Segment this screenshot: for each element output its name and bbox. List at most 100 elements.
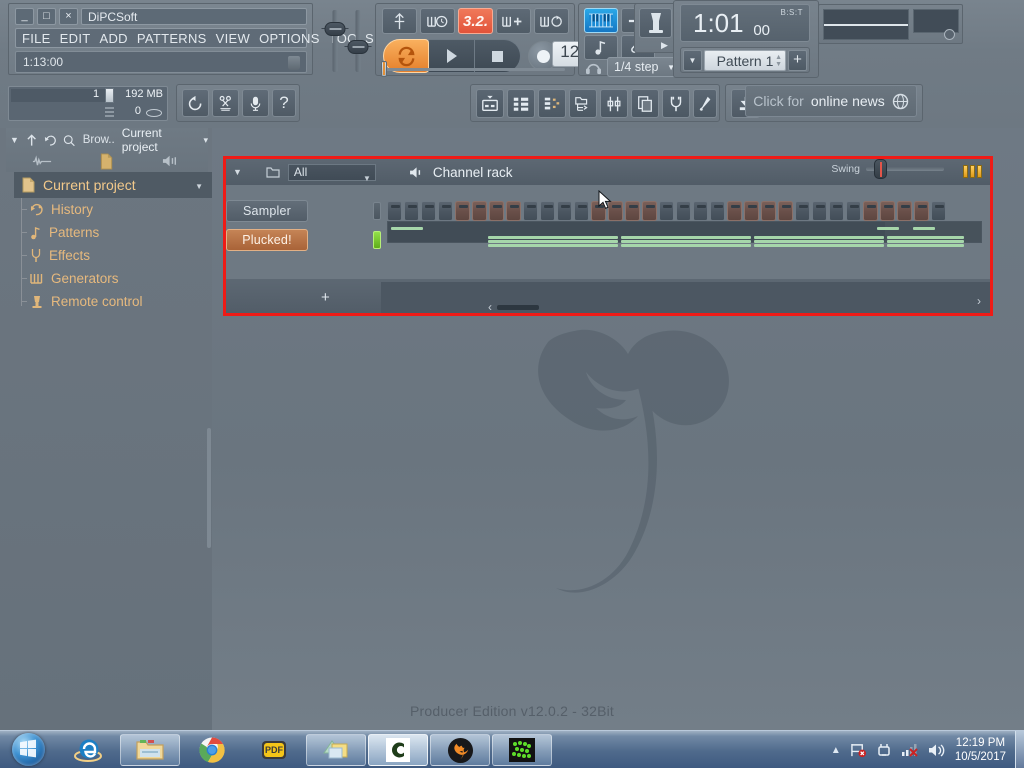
step-button[interactable] [880, 201, 895, 221]
show-desktop-button[interactable] [1015, 731, 1024, 768]
tree-item-generators[interactable]: Generators [14, 267, 212, 290]
browser-current-project-label[interactable]: Current project [122, 126, 197, 154]
time-display[interactable]: 1:01 00 B:S:T [680, 4, 810, 42]
step-sequencer-row-sampler[interactable] [387, 201, 946, 221]
channel-mute-strip[interactable] [373, 202, 381, 220]
channel-rack-window[interactable]: ▼ All ▼ Channel rack Swing Sampler Pluck… [223, 156, 993, 316]
volume-icon[interactable] [928, 743, 946, 758]
browser-label[interactable]: Brow.. [83, 134, 115, 146]
taskbar-item-file-explorer[interactable] [120, 734, 180, 766]
chevron-down-icon[interactable]: ▼ [195, 182, 203, 191]
piano-roll-note[interactable] [754, 236, 884, 239]
menu-edit[interactable]: EDIT [60, 31, 91, 46]
chevron-up-icon[interactable]: ▲ [831, 745, 841, 756]
network-error-icon[interactable] [901, 743, 919, 758]
taskbar-item-google-chrome[interactable] [182, 734, 242, 766]
step-button[interactable] [727, 201, 742, 221]
step-button[interactable] [931, 201, 946, 221]
swing-slider-track[interactable] [866, 159, 944, 179]
menu-view[interactable]: VIEW [216, 31, 250, 46]
undo-icon[interactable] [182, 89, 209, 117]
start-button[interactable] [2, 730, 54, 768]
piano-roll-note[interactable] [887, 240, 964, 243]
search-icon[interactable] [63, 134, 76, 147]
piano-roll-note[interactable] [877, 227, 899, 230]
channel-mute-strip[interactable] [373, 231, 381, 249]
step-button[interactable] [387, 201, 402, 221]
step-button[interactable] [676, 201, 691, 221]
arrow-up-icon[interactable] [26, 133, 37, 147]
folder-icon[interactable] [266, 166, 280, 178]
taskbar-item-fl-studio[interactable] [430, 734, 490, 766]
step-button[interactable] [472, 201, 487, 221]
clock-widget[interactable]: 12:19 PM 10/5/2017 [955, 736, 1006, 764]
taskbar-item-green-app[interactable] [492, 734, 552, 766]
playlist-icon[interactable] [476, 89, 504, 118]
step-button[interactable] [778, 201, 793, 221]
piano-roll-note[interactable] [621, 236, 751, 239]
menu-add[interactable]: ADD [99, 31, 127, 46]
piano-roll-note[interactable] [488, 236, 618, 239]
taskbar-item-pdf-reader[interactable]: PDF [244, 734, 304, 766]
step-button[interactable] [744, 201, 759, 221]
piano-roll-note[interactable] [621, 244, 751, 247]
step-button[interactable] [846, 201, 861, 221]
taskbar-item-photo-viewer[interactable] [306, 734, 366, 766]
tree-item-effects[interactable]: Effects [14, 244, 212, 267]
microphone-icon[interactable] [242, 89, 269, 117]
tools-icon[interactable] [693, 89, 717, 118]
step-button[interactable] [489, 201, 504, 221]
plugin-picker-icon[interactable] [662, 89, 690, 118]
step-button[interactable] [455, 201, 470, 221]
maximize-button[interactable]: □ [37, 8, 56, 25]
flag-error-icon[interactable] [850, 743, 867, 758]
step-button[interactable] [693, 201, 708, 221]
pattern-name[interactable]: Pattern 1 ▲ ▼ [704, 49, 786, 71]
step-button[interactable] [761, 201, 776, 221]
channel-name-button[interactable]: Sampler [226, 200, 308, 222]
step-button[interactable] [829, 201, 844, 221]
piano-roll-preview-row-1[interactable] [387, 221, 982, 247]
step-button[interactable] [421, 201, 436, 221]
pattern-spinner[interactable]: ▲ ▼ [775, 54, 782, 68]
step-button[interactable] [557, 201, 572, 221]
minimize-button[interactable]: _ [15, 8, 34, 25]
pattern-menu-button[interactable]: ▼ [683, 49, 702, 71]
piano-roll-note[interactable] [887, 236, 964, 239]
piano-roll-note[interactable] [621, 240, 751, 243]
step-button[interactable] [642, 201, 657, 221]
step-button[interactable] [897, 201, 912, 221]
pattern-add-button[interactable]: + [788, 49, 807, 71]
master-knob[interactable] [944, 29, 955, 40]
channel-filter-selector[interactable]: All ▼ [287, 163, 376, 183]
step-button[interactable] [438, 201, 453, 221]
step-button[interactable] [506, 201, 521, 221]
speaker-icon[interactable] [409, 166, 426, 179]
step-button[interactable] [795, 201, 810, 221]
help-icon[interactable]: ? [272, 89, 296, 117]
scissors-icon[interactable] [212, 89, 239, 117]
tree-root-current-project[interactable]: Current project ▼ [14, 172, 212, 198]
piano-roll-note[interactable] [754, 240, 884, 243]
step-button[interactable] [812, 201, 827, 221]
step-button[interactable] [659, 201, 674, 221]
master-pitch-slider[interactable] [344, 8, 372, 74]
piano-roll-note[interactable] [488, 244, 618, 247]
swing-control[interactable]: Swing [831, 159, 944, 179]
browser-tab-waveform[interactable] [10, 154, 75, 168]
step-button[interactable] [574, 201, 589, 221]
mixer-icon[interactable] [639, 8, 672, 38]
hint-volume-knob[interactable] [288, 56, 300, 70]
cpu-slider[interactable] [105, 88, 114, 103]
piano-roll-note[interactable] [913, 227, 935, 230]
piano-roll-icon[interactable] [584, 8, 618, 33]
project-picker-icon[interactable] [631, 89, 659, 118]
step-button[interactable] [523, 201, 538, 221]
browser-scrollbar[interactable] [207, 428, 211, 548]
snap-selector[interactable]: 1/4 step ▼ [607, 57, 682, 77]
channel-rack-titlebar[interactable]: ▼ All ▼ Channel rack Swing [226, 159, 990, 185]
online-news-button[interactable]: Click for online news [745, 85, 917, 117]
add-channel-button[interactable]: + [321, 289, 330, 306]
metronome-icon[interactable] [420, 8, 455, 34]
step-button[interactable] [404, 201, 419, 221]
